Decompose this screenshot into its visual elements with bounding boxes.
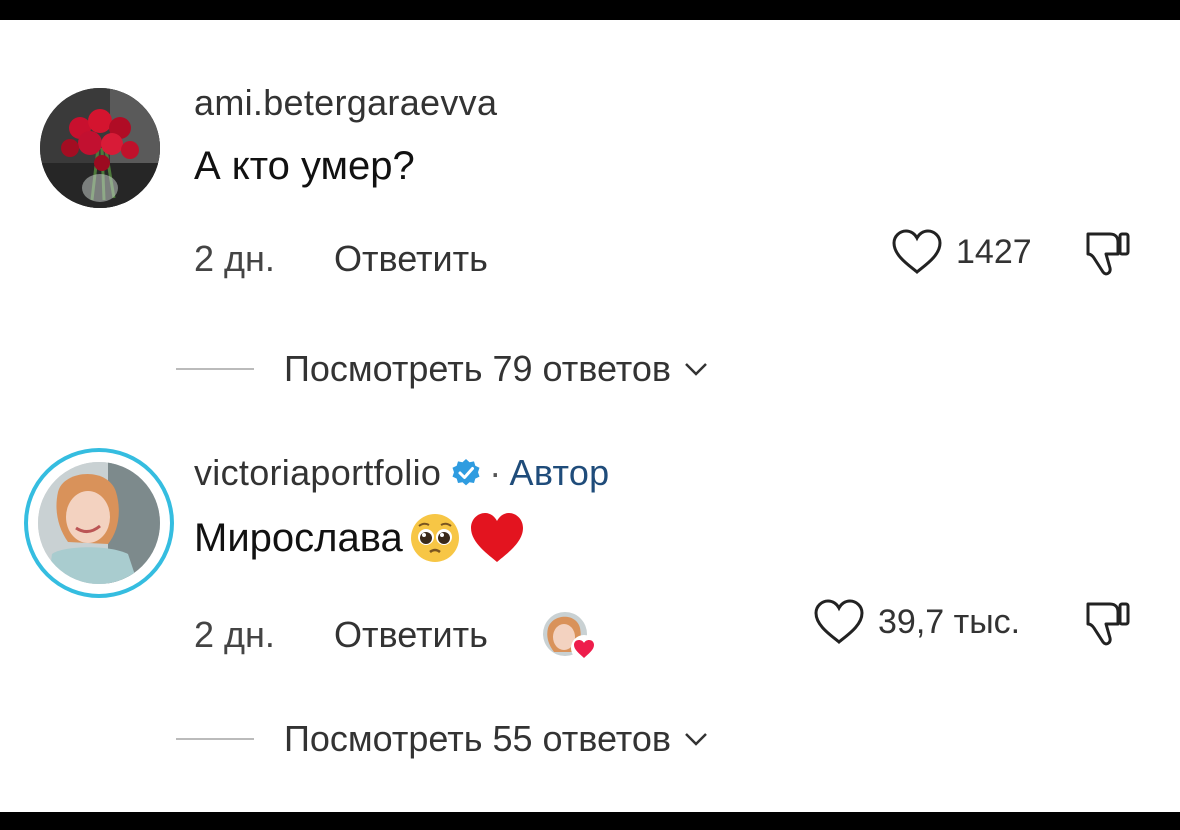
author-separator: · bbox=[489, 452, 502, 493]
heart-icon[interactable] bbox=[812, 598, 866, 646]
dislike-icon[interactable] bbox=[1080, 594, 1136, 650]
comment-time: 2 дн. bbox=[194, 614, 275, 655]
comment-text-row: Мирослава bbox=[194, 510, 527, 566]
like-button[interactable]: 39,7 тыс. bbox=[812, 598, 1020, 646]
view-replies-button[interactable]: Посмотреть 55 ответов bbox=[176, 718, 709, 760]
woman-portrait-photo-icon bbox=[38, 462, 160, 584]
author-tag: · Автор bbox=[489, 452, 609, 494]
pleading-face-emoji-icon bbox=[410, 514, 459, 562]
avatar-container[interactable] bbox=[40, 88, 160, 208]
view-replies-button[interactable]: Посмотреть 79 ответов bbox=[176, 348, 709, 390]
top-black-bar bbox=[0, 0, 1180, 20]
username-row: victoriaportfolio · Автор bbox=[194, 452, 610, 494]
verified-badge-icon bbox=[452, 459, 480, 486]
username[interactable]: victoriaportfolio bbox=[194, 452, 441, 494]
username[interactable]: ami.betergaraevva bbox=[194, 82, 497, 124]
red-heart-emoji-icon bbox=[470, 513, 523, 562]
view-replies-label: Посмотреть 55 ответов bbox=[284, 718, 671, 759]
view-replies-label: Посмотреть 79 ответов bbox=[284, 348, 671, 389]
roses-photo-icon bbox=[40, 88, 160, 208]
dislike-icon[interactable] bbox=[1080, 224, 1136, 280]
divider-line bbox=[176, 738, 254, 740]
comment-text: Мирослава bbox=[194, 515, 403, 560]
author-label: Автор bbox=[509, 452, 610, 493]
author-avatar-heart-icon bbox=[542, 612, 597, 661]
chevron-down-icon bbox=[685, 363, 707, 376]
comment-time: 2 дн. bbox=[194, 238, 275, 279]
bottom-black-bar bbox=[0, 812, 1180, 830]
avatar-story-ring[interactable] bbox=[24, 448, 174, 598]
comment-meta: 2 дн. Ответить bbox=[194, 608, 597, 662]
reply-button[interactable]: Ответить bbox=[334, 614, 488, 656]
liked-by-author-badge bbox=[540, 608, 597, 662]
like-count: 39,7 тыс. bbox=[878, 602, 1021, 641]
like-count: 1427 bbox=[956, 232, 1032, 271]
heart-icon[interactable] bbox=[890, 228, 944, 276]
comment-meta: 2 дн. Ответить bbox=[194, 238, 488, 280]
avatar[interactable] bbox=[38, 462, 160, 584]
divider-line bbox=[176, 368, 254, 370]
like-button[interactable]: 1427 bbox=[890, 228, 1032, 276]
comment-text: А кто умер? bbox=[194, 144, 415, 188]
avatar[interactable] bbox=[40, 88, 160, 208]
chevron-down-icon bbox=[685, 733, 707, 746]
reply-button[interactable]: Ответить bbox=[334, 238, 488, 280]
